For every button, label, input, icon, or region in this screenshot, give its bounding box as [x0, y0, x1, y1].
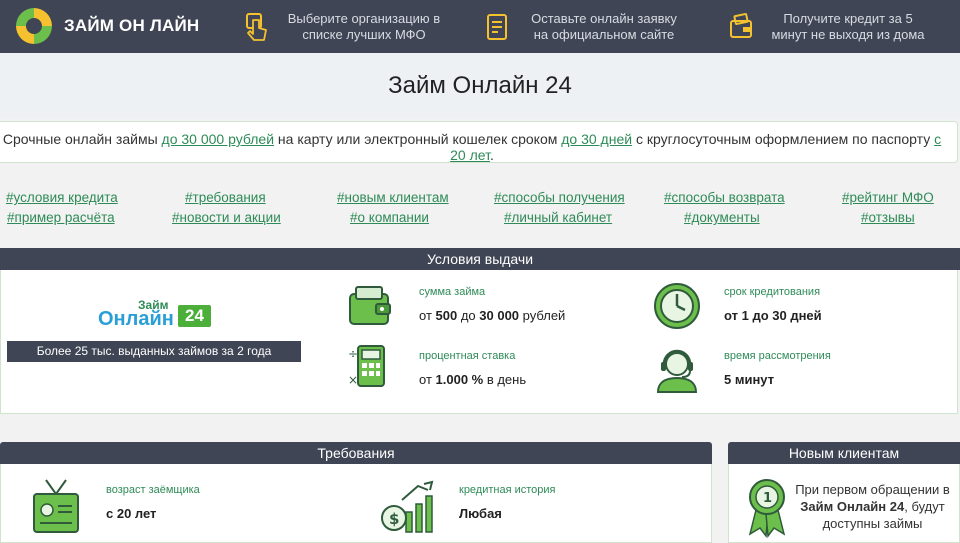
money-growth-icon: $: [381, 480, 434, 533]
requirement-label: возраст заёмщика: [106, 484, 200, 496]
intro-text: Срочные онлайн займы до 30 000 рублей на…: [0, 131, 944, 163]
requirement-label: кредитная история: [459, 484, 556, 496]
page-title: Займ Онлайн 24: [388, 72, 572, 99]
value-text: от: [419, 308, 436, 323]
value-text: в день: [483, 372, 527, 387]
site-logo[interactable]: ЗАЙМ ОН ЛАЙН: [14, 6, 199, 46]
svg-text:÷: ÷: [348, 347, 358, 361]
tag-mfo-rating[interactable]: #рейтинг МФО: [842, 190, 934, 205]
svg-text:$: $: [389, 510, 399, 528]
wallet-card-icon: [730, 12, 752, 38]
brand-line-2: Онлайн: [98, 308, 174, 330]
intro-text-part: Срочные онлайн займы: [2, 131, 162, 147]
condition-value: от 1 до 30 дней: [724, 308, 822, 323]
conditions-header: Условия выдачи: [0, 248, 960, 270]
tag-loan-conditions[interactable]: #условия кредита: [6, 190, 118, 205]
condition-label: сумма займа: [419, 286, 486, 298]
intro-link-term[interactable]: до 30 дней: [561, 131, 632, 147]
value-bold: 1.000 %: [435, 372, 484, 387]
award-medal-icon: 1: [748, 479, 786, 538]
svg-text:1: 1: [763, 491, 772, 506]
value-bold: 30 000: [479, 308, 520, 323]
condition-label: время рассмотрения: [724, 350, 831, 362]
brand-caption: Более 25 тыс. выданных займов за 2 года: [7, 341, 301, 362]
brand-number: 24: [178, 305, 211, 327]
tag-repay-methods[interactable]: #способы возврата: [664, 190, 785, 205]
tag-news[interactable]: #новости и акции: [172, 210, 281, 225]
logo-icon: [15, 7, 53, 45]
brand-logo: Займ Онлайн 24: [98, 298, 213, 330]
intro-text-part: .: [489, 147, 494, 163]
new-clients-brand: Займ Онлайн 24: [800, 499, 905, 514]
condition-value: 5 минут: [724, 372, 774, 387]
value-text: от: [419, 372, 436, 387]
requirements-panel: [0, 464, 712, 543]
form-document-icon: [487, 13, 507, 40]
header-step-1: Выберите организацию в списке лучших МФО: [244, 0, 444, 53]
value-bold: 5 минут: [724, 372, 775, 387]
requirement-value: Любая: [459, 506, 502, 521]
new-clients-text-part: При первом обращении в: [795, 482, 950, 497]
value-text: рублей: [519, 308, 566, 323]
intro-text-part: на карту или электронный кошелек сроком: [274, 131, 562, 147]
condition-label: процентная ставка: [419, 350, 516, 362]
condition-label: срок кредитования: [724, 286, 821, 298]
intro-link-amount[interactable]: до 30 000 рублей: [162, 131, 275, 147]
value-bold: от 1 до 30 дней: [724, 308, 822, 323]
calculator-icon: ÷ ×: [348, 345, 385, 387]
new-clients-header: Новым клиентам: [728, 442, 960, 464]
tag-requirements[interactable]: #требования: [185, 190, 266, 205]
logo-text: ЗАЙМ ОН ЛАЙН: [64, 16, 200, 35]
header-step-3-text: Получите кредит за 5 минут не выходя из …: [771, 10, 925, 42]
condition-value: от 1.000 % в день: [419, 372, 526, 387]
tag-reviews[interactable]: #отзывы: [861, 210, 915, 225]
tag-new-clients[interactable]: #новым клиентам: [337, 190, 449, 205]
tag-documents[interactable]: #документы: [684, 210, 760, 225]
tag-about[interactable]: #о компании: [350, 210, 429, 225]
tag-account[interactable]: #личный кабинет: [504, 210, 612, 225]
hashtag-nav: #условия кредита #требования #новым клие…: [0, 188, 960, 232]
wallet-icon: [349, 286, 391, 325]
header-step-1-text: Выберите организацию в списке лучших МФО: [287, 10, 441, 42]
tag-receive-methods[interactable]: #способы получения: [494, 190, 625, 205]
tag-calculation-example[interactable]: #пример расчёта: [7, 210, 115, 225]
header-step-3: Получите кредит за 5 минут не выходя из …: [728, 0, 928, 53]
value-bold: 500: [435, 308, 458, 323]
requirement-value: с 20 лет: [106, 506, 157, 521]
new-clients-text: При первом обращении в Займ Онлайн 24, б…: [790, 481, 955, 532]
header-step-2-text: Оставьте онлайн заявку на официальном са…: [531, 10, 677, 42]
value-text: до: [457, 308, 480, 323]
requirements-header: Требования: [0, 442, 712, 464]
condition-value: от 500 до 30 000 рублей: [419, 308, 565, 323]
intro-text-part: с круглосуточным оформлением по паспорту: [632, 131, 935, 147]
svg-text:×: ×: [348, 373, 358, 387]
clock-icon: [654, 283, 700, 329]
operator-headset-icon: [656, 349, 698, 393]
id-badge-icon: [33, 479, 79, 533]
hand-pointer-icon: [246, 12, 267, 41]
header-step-2: Оставьте онлайн заявку на официальном са…: [484, 0, 684, 53]
